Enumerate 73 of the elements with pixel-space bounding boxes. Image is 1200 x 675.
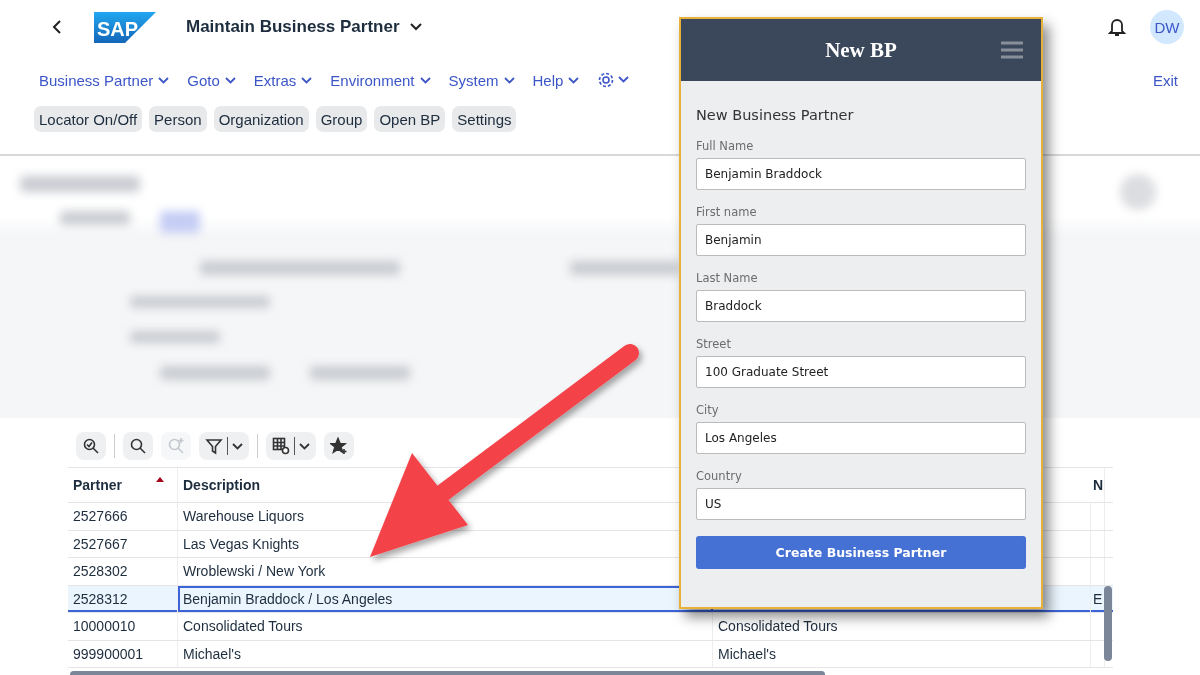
user-avatar[interactable]: DW [1150, 10, 1184, 44]
star-plus-button[interactable] [324, 432, 354, 460]
menu-item[interactable]: Extras [253, 71, 297, 89]
search-icon[interactable] [129, 437, 147, 455]
scrollbar-thumb[interactable] [1104, 586, 1112, 661]
field-label: Last Name [696, 271, 759, 285]
input-field[interactable]: 100 Graduate Street [696, 356, 1026, 388]
menu-item[interactable]: Goto [187, 71, 220, 89]
menu-item[interactable]: Help [532, 71, 564, 89]
filter-button[interactable] [199, 432, 249, 460]
field-label: Country [696, 469, 743, 483]
table-cell: 2528302 [73, 563, 128, 580]
menu-item[interactable]: System [448, 71, 499, 89]
table-cell: Michael's [183, 645, 241, 662]
toolbar-button[interactable]: Locator On/Off [34, 106, 143, 132]
filter-icon[interactable] [205, 437, 223, 455]
table-settings-button[interactable] [266, 432, 316, 460]
create-button[interactable]: Create Business Partner [696, 536, 1026, 569]
zoom-check-button[interactable] [76, 432, 106, 460]
field-label: Street [696, 337, 732, 351]
table-cell: Consolidated Tours [718, 618, 838, 635]
settings-icon[interactable] [597, 71, 630, 89]
app-title[interactable]: Maintain Business Partner [186, 17, 400, 37]
back-icon[interactable] [52, 19, 62, 35]
table-cell: 2527666 [73, 508, 128, 525]
form-heading: New Business Partner [696, 107, 855, 123]
toolbar-button[interactable]: Open BP [374, 106, 446, 132]
column-header[interactable]: N [1093, 477, 1104, 493]
toolbar-button[interactable]: Settings [452, 106, 517, 132]
chevron-down-icon[interactable] [409, 23, 422, 31]
table-settings-icon[interactable] [272, 437, 290, 455]
chevron-down-icon[interactable] [299, 442, 310, 450]
chevron-down-icon[interactable] [503, 76, 515, 84]
table-cell: 999900001 [73, 645, 144, 662]
toolbar-button[interactable]: Person [149, 106, 207, 132]
zoom-check-icon[interactable] [82, 437, 100, 455]
menu-item[interactable]: Business Partner [39, 71, 154, 89]
input-field[interactable]: Los Angeles [696, 422, 1026, 454]
dialog-title: New BP [825, 37, 897, 63]
logo-icon: SAP [94, 11, 156, 43]
table-cell: Wroblewski / New York [183, 563, 326, 580]
field-label: City [696, 403, 720, 417]
menu-item[interactable]: Environment [330, 71, 415, 89]
chevron-down-icon[interactable] [568, 76, 580, 84]
input-field[interactable]: Benjamin [696, 224, 1026, 256]
column-header[interactable]: Partner [73, 477, 123, 493]
chevron-down-icon[interactable] [224, 76, 236, 84]
chevron-down-icon[interactable] [232, 442, 243, 450]
toolbar-button[interactable]: Group [315, 106, 368, 132]
input-field[interactable]: Braddock [696, 290, 1026, 322]
table-cell: Benjamin Braddock / Los Angeles [183, 590, 393, 607]
field-label: First name [696, 205, 758, 219]
table-cell: E [1093, 590, 1103, 607]
table-cell: Las Vegas Knights [183, 535, 299, 552]
search-button[interactable] [123, 432, 153, 460]
menu-icon[interactable] [1001, 41, 1023, 59]
table-cell: Warehouse Liquors [183, 508, 304, 525]
table-cell: 2527667 [73, 535, 128, 552]
table-cell: 2528312 [73, 590, 128, 607]
bell-icon[interactable] [1108, 17, 1126, 37]
input-field[interactable]: Benjamin Braddock [696, 158, 1026, 190]
table-cell: 10000010 [73, 618, 136, 635]
table-cell: Michael's [718, 645, 776, 662]
field-label: Full Name [696, 139, 755, 153]
chevron-down-icon[interactable] [158, 76, 170, 84]
input-field[interactable]: US [696, 488, 1026, 520]
chevron-down-icon[interactable] [301, 76, 313, 84]
exit-link[interactable]: Exit [1153, 71, 1178, 89]
table-cell: Consolidated Tours [183, 618, 303, 635]
chevron-down-icon[interactable] [419, 76, 431, 84]
column-header[interactable]: Description [183, 477, 260, 493]
star-plus-icon[interactable] [330, 437, 348, 455]
toolbar-button[interactable]: Organization [213, 106, 309, 132]
